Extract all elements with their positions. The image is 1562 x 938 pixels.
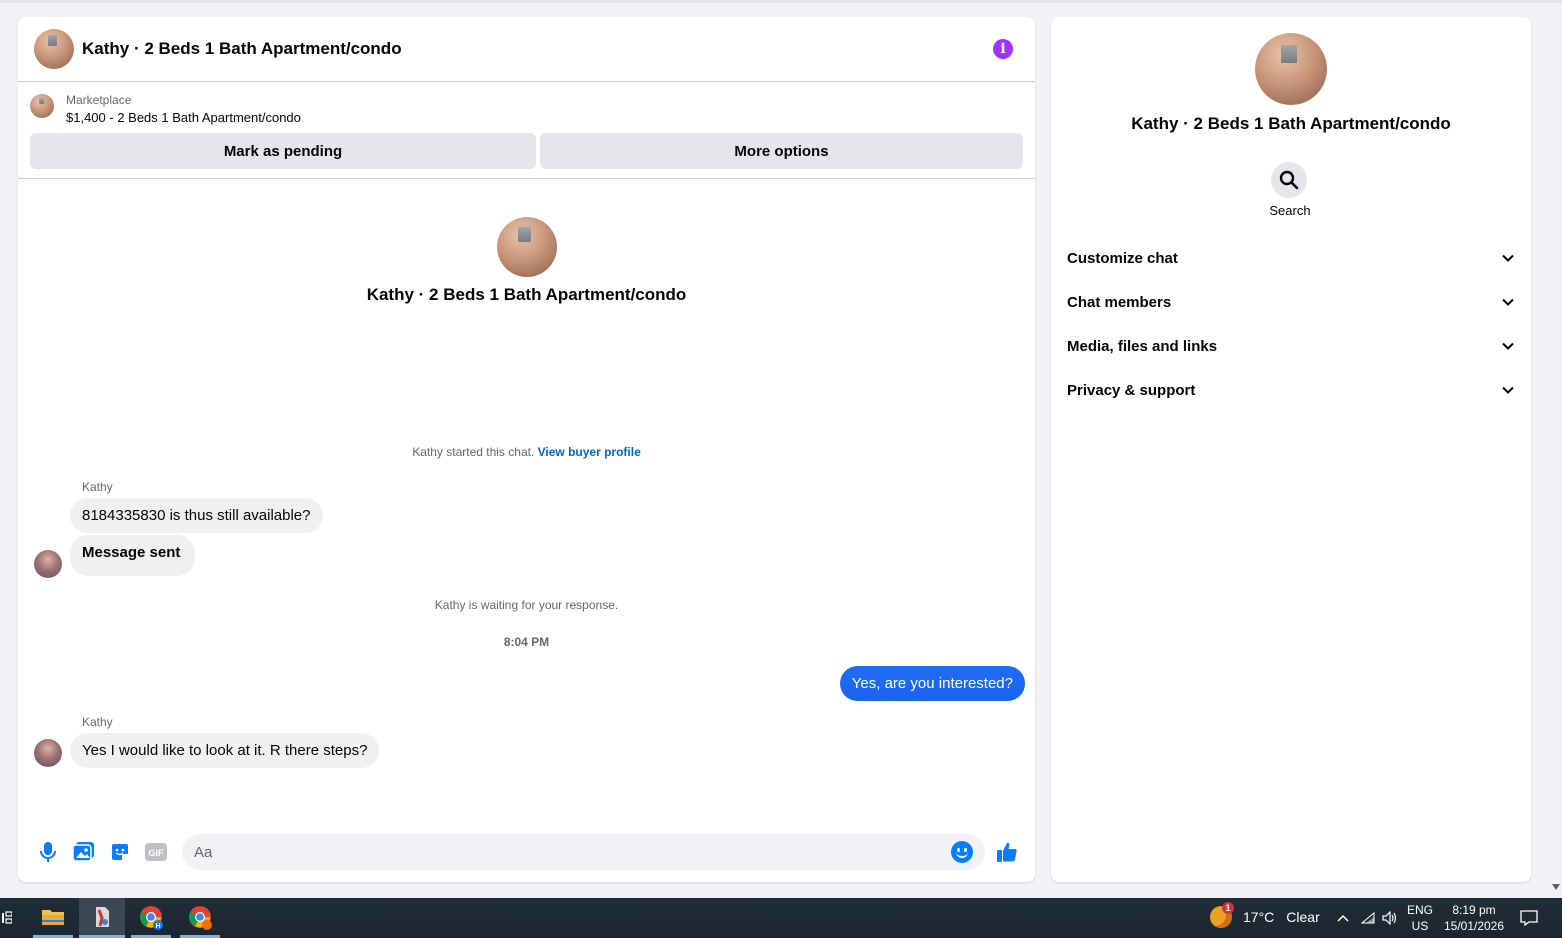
top-border bbox=[0, 0, 1562, 3]
search-button[interactable] bbox=[1271, 162, 1307, 198]
weather-moon-icon: 1 bbox=[1210, 902, 1234, 928]
clock[interactable]: 8:19 pm 15/01/2026 bbox=[1440, 902, 1508, 934]
message-bubble-incoming[interactable]: Yes I would like to look at it. R there … bbox=[70, 733, 380, 768]
message-bubble-outgoing[interactable]: Yes, are you interested? bbox=[839, 666, 1025, 701]
chrome-profile-h-icon[interactable]: H bbox=[131, 898, 171, 938]
notifications-icon[interactable] bbox=[1516, 898, 1542, 938]
info-icon[interactable]: i bbox=[993, 39, 1013, 59]
emoji-icon[interactable] bbox=[951, 841, 973, 863]
intro-title: Kathy · 2 Beds 1 Bath Apartment/condo bbox=[366, 285, 687, 304]
sticker-icon[interactable] bbox=[108, 840, 132, 864]
sender-name: Kathy bbox=[82, 715, 113, 729]
svg-text:H: H bbox=[155, 923, 160, 930]
gif-label: GIF bbox=[149, 848, 165, 858]
customize-chat-section[interactable]: Customize chat bbox=[1051, 236, 1531, 280]
chat-members-section[interactable]: Chat members bbox=[1051, 280, 1531, 324]
keyboard-layout: US bbox=[1411, 919, 1429, 933]
listing-summary[interactable]: Marketplace $1,400 - 2 Beds 1 Bath Apart… bbox=[30, 92, 1023, 128]
chat-started-notice: Kathy started this chat. View buyer prof… bbox=[18, 445, 1035, 459]
volume-icon[interactable] bbox=[1381, 898, 1399, 938]
section-label: Media, files and links bbox=[1067, 337, 1218, 355]
listing-bar: Marketplace $1,400 - 2 Beds 1 Bath Apart… bbox=[18, 82, 1035, 179]
chevron-down-icon bbox=[1502, 386, 1514, 394]
chevron-down-icon bbox=[1502, 342, 1514, 350]
listing-text: Marketplace $1,400 - 2 Beds 1 Bath Apart… bbox=[66, 92, 301, 128]
sender-name: Kathy bbox=[82, 480, 113, 494]
message-composer: GIF bbox=[18, 822, 1035, 882]
photo-icon[interactable] bbox=[72, 840, 96, 864]
media-files-links-section[interactable]: Media, files and links bbox=[1051, 324, 1531, 368]
search-label: Search bbox=[1269, 203, 1311, 218]
chat-avatar[interactable] bbox=[34, 29, 74, 69]
more-options-button[interactable]: More options bbox=[540, 133, 1023, 169]
show-hidden-icons-chevron-up-icon[interactable] bbox=[1334, 898, 1352, 938]
listing-source: Marketplace bbox=[66, 93, 132, 107]
app-icon[interactable] bbox=[79, 898, 125, 938]
chat-started-text: Kathy started this chat. bbox=[412, 445, 535, 459]
message-bubble-incoming[interactable]: 8184335830 is thus still available? bbox=[70, 498, 323, 533]
chevron-down-icon bbox=[1502, 254, 1514, 262]
weather-widget[interactable]: 1 17°C Clear bbox=[1210, 902, 1320, 928]
sender-avatar[interactable] bbox=[34, 550, 62, 578]
task-view-icon[interactable] bbox=[0, 898, 14, 938]
thumbs-up-icon[interactable] bbox=[995, 840, 1019, 864]
language-code: ENG bbox=[1406, 903, 1433, 917]
chat-panel: Kathy · 2 Beds 1 Bath Apartment/condo i … bbox=[18, 17, 1035, 882]
listing-thumbnail[interactable] bbox=[30, 94, 54, 118]
scrollbar-down-arrow[interactable] bbox=[1552, 884, 1560, 890]
view-buyer-profile-link[interactable]: View buyer profile bbox=[538, 445, 641, 459]
file-explorer-icon[interactable] bbox=[33, 898, 73, 938]
weather-alert-badge: 1 bbox=[1222, 902, 1234, 914]
weather-condition: Clear bbox=[1286, 909, 1320, 925]
waiting-notice: Kathy is waiting for your response. bbox=[434, 598, 619, 612]
chat-header: Kathy · 2 Beds 1 Bath Apartment/condo i bbox=[18, 17, 1035, 82]
sender-avatar[interactable] bbox=[34, 739, 62, 767]
profile-title: Kathy · 2 Beds 1 Bath Apartment/condo bbox=[1131, 114, 1451, 133]
gif-icon[interactable]: GIF bbox=[144, 840, 168, 864]
privacy-support-section[interactable]: Privacy & support bbox=[1051, 368, 1531, 412]
listing-actions: Mark as pending More options bbox=[30, 133, 1023, 169]
profile-avatar[interactable] bbox=[1255, 33, 1327, 105]
message-input[interactable] bbox=[194, 843, 951, 861]
chrome-profile-icon[interactable] bbox=[180, 898, 220, 938]
section-label: Customize chat bbox=[1067, 249, 1178, 267]
section-label: Privacy & support bbox=[1067, 381, 1196, 399]
message-input-container bbox=[182, 834, 985, 870]
clock-time: 8:19 pm bbox=[1452, 903, 1496, 917]
mark-as-pending-button[interactable]: Mark as pending bbox=[30, 133, 536, 169]
section-label: Chat members bbox=[1067, 293, 1172, 311]
chat-title[interactable]: Kathy · 2 Beds 1 Bath Apartment/condo bbox=[82, 39, 993, 59]
message-bubble-incoming[interactable]: Message sent bbox=[70, 535, 196, 576]
network-icon[interactable] bbox=[1360, 898, 1376, 938]
clock-date: 15/01/2026 bbox=[1443, 919, 1505, 933]
chat-details-panel: Kathy · 2 Beds 1 Bath Apartment/condo Se… bbox=[1051, 17, 1531, 882]
windows-taskbar: H 1 17°C Clear ENG US 8:19 pm 15/01/2026 bbox=[0, 898, 1562, 938]
microphone-icon[interactable] bbox=[36, 840, 60, 864]
temperature: 17°C bbox=[1243, 909, 1275, 925]
input-language-indicator[interactable]: ENG US bbox=[1404, 902, 1436, 934]
chat-intro: Kathy · 2 Beds 1 Bath Apartment/condo bbox=[18, 217, 1035, 305]
search-icon bbox=[1279, 170, 1299, 190]
chevron-down-icon bbox=[1502, 298, 1514, 306]
message-timestamp: 8:04 PM bbox=[503, 635, 550, 649]
listing-price[interactable]: $1,400 - 2 Beds 1 Bath Apartment/condo bbox=[66, 108, 301, 128]
intro-avatar[interactable] bbox=[496, 217, 557, 277]
